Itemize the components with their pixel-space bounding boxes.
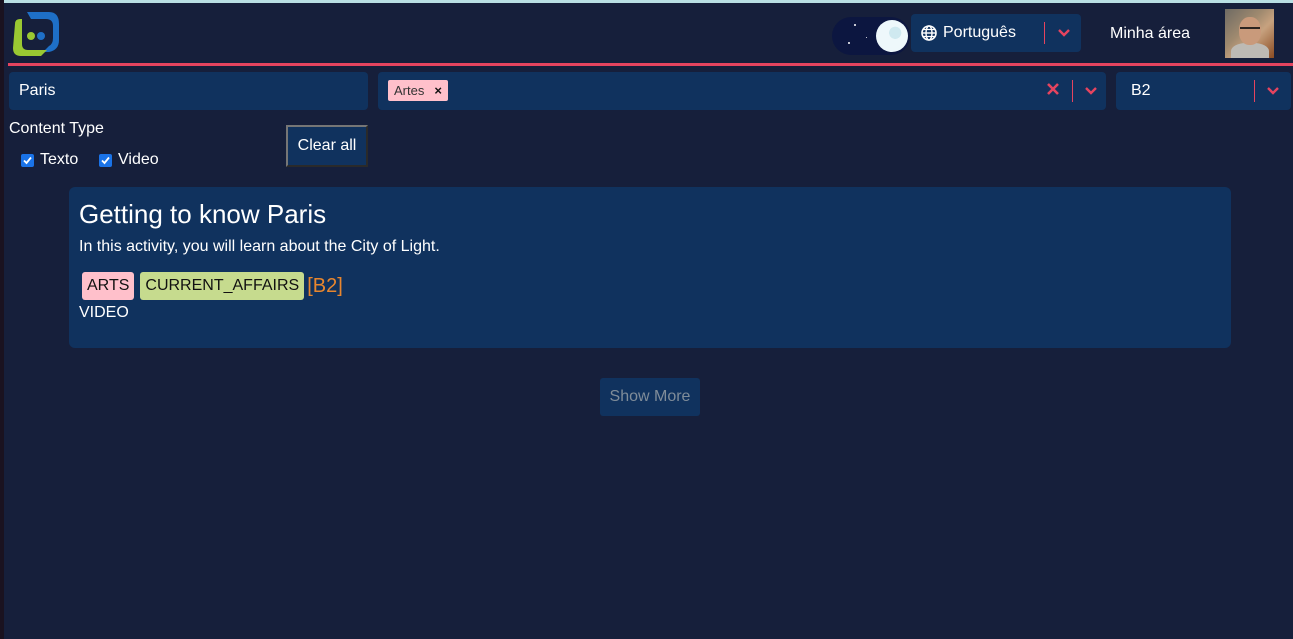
my-area-link[interactable]: Minha área [1110, 25, 1190, 43]
checkbox-checked-icon[interactable] [99, 153, 112, 167]
result-tags: ARTS CURRENT_AFFAIRS [B2] [82, 272, 343, 300]
result-card[interactable]: Getting to know Paris In this activity, … [69, 187, 1231, 348]
separator [1072, 80, 1073, 102]
category-multiselect[interactable]: Artes × [378, 72, 1106, 110]
checkbox-texto[interactable]: Texto [21, 151, 78, 169]
chevron-down-icon[interactable] [1084, 86, 1098, 96]
level-value: B2 [1131, 82, 1151, 99]
checkbox-label: Video [118, 151, 159, 168]
checkbox-checked-icon[interactable] [21, 153, 34, 167]
chevron-down-icon[interactable] [1266, 86, 1280, 96]
content-type-label: Content Type [9, 120, 104, 137]
chevron-down-icon[interactable] [1057, 28, 1071, 38]
theme-toggle[interactable] [832, 17, 910, 55]
clear-icon[interactable] [1046, 82, 1060, 96]
result-level: [B2] [307, 274, 343, 297]
avatar-face [1239, 17, 1261, 45]
avatar-shirt [1231, 43, 1269, 58]
result-description: In this activity, you will learn about t… [79, 238, 440, 255]
checkbox-video[interactable]: Video [99, 151, 159, 169]
app-logo[interactable] [9, 10, 61, 58]
moon-icon [876, 20, 908, 52]
category-chip: Artes × [388, 80, 448, 101]
search-input[interactable] [9, 72, 368, 110]
checkbox-label: Texto [40, 151, 79, 168]
clear-all-button[interactable]: Clear all [286, 125, 368, 167]
separator [1044, 22, 1045, 44]
avatar-glasses [1240, 27, 1260, 31]
tag-current-affairs: CURRENT_AFFAIRS [140, 272, 305, 300]
separator [1254, 80, 1255, 102]
user-avatar[interactable] [1225, 9, 1274, 58]
show-more-button[interactable]: Show More [600, 378, 700, 416]
star-icon [854, 24, 856, 26]
language-select[interactable]: Português [911, 14, 1081, 52]
header-divider [8, 63, 1293, 66]
language-label: Português [943, 24, 1016, 41]
level-select[interactable]: B2 [1116, 72, 1291, 110]
chip-remove-icon[interactable]: × [434, 83, 442, 98]
result-type: VIDEO [79, 304, 129, 321]
result-title[interactable]: Getting to know Paris [79, 199, 326, 230]
header: Português Minha área [4, 3, 1293, 63]
star-icon [866, 37, 867, 38]
chip-label: Artes [394, 83, 425, 98]
globe-icon [921, 25, 937, 41]
star-icon [848, 42, 850, 44]
tag-arts: ARTS [82, 272, 135, 300]
